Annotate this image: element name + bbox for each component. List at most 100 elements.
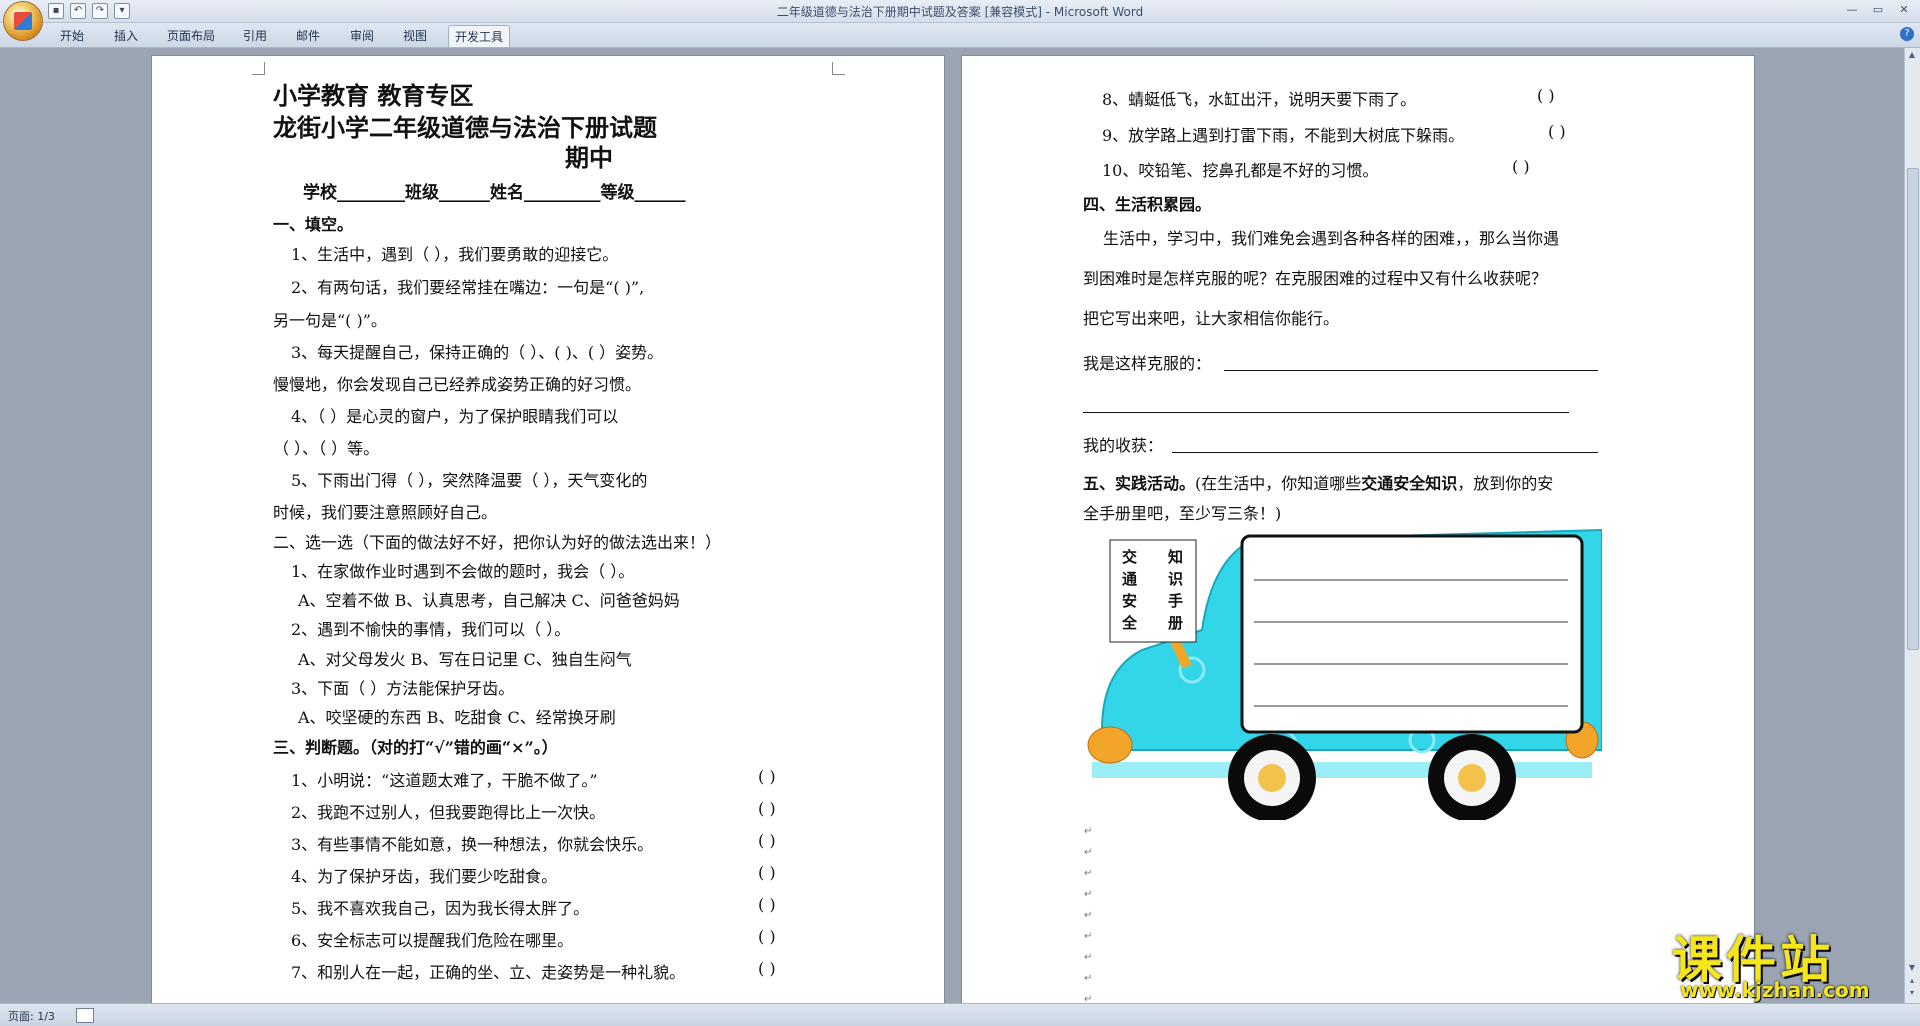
judge-question-8: 8、蜻蜓低飞，水缸出汗，说明天要下雨了。 [1102, 90, 1417, 109]
tab-developer[interactable]: 开发工具 [448, 25, 511, 47]
judge-question: 2、我跑不过别人，但我要跑得比上一次快。 [291, 803, 606, 822]
judge-bracket: ( ) [1548, 122, 1566, 141]
sign-char: 通 [1122, 570, 1137, 588]
judge-bracket: ( ) [1512, 157, 1530, 176]
question-1-4a: 4、（ ）是心灵的窗户，为了保护眼睛我们可以 [291, 407, 619, 426]
vertical-scrollbar[interactable]: ▲ ▼ ▴ ▾ [1904, 48, 1920, 1003]
scroll-up-icon[interactable]: ▲ [1907, 50, 1917, 60]
sign-char: 知 [1168, 548, 1183, 566]
question-1-3b: 慢慢地，你会发现自己已经养成姿势正确的好习惯。 [273, 375, 642, 394]
section-4-text-2: 到困难时是怎样克服的呢？在克服困难的过程中又有什么收获呢？ [1083, 269, 1548, 288]
judge-bracket: ( ) [758, 895, 776, 914]
judge-question: 5、我不喜欢我自己，因为我长得太胖了。 [291, 899, 590, 918]
scroll-down-icon[interactable]: ▼ [1907, 963, 1917, 973]
watermark-url: www.kjzhan.com [1680, 978, 1870, 1002]
office-logo-icon [14, 12, 32, 30]
site-watermark: 课件站 www.kjzhan.com [1672, 920, 1902, 1002]
question-1-1: 1、生活中，遇到（ ），我们要勇敢的迎接它。 [291, 245, 619, 264]
judge-question: 1、小明说：“这道题太难了，干脆不做了。” [291, 771, 598, 790]
tab-mailings[interactable]: 邮件 [296, 27, 320, 44]
close-icon[interactable]: ✕ [1892, 2, 1916, 18]
crop-mark [832, 62, 845, 75]
page-header-line: 小学教育 教育专区 [273, 81, 474, 110]
tab-home[interactable]: 开始 [60, 27, 84, 44]
section-5-text-2: ，放到你的安 [1457, 474, 1554, 493]
sign-char: 安 [1122, 592, 1137, 610]
car-hub [1258, 764, 1286, 792]
sign-char: 全 [1121, 614, 1138, 632]
section-5-text: (在生活中，你知道哪些 [1195, 474, 1362, 493]
section-5-heading: 五、实践活动。(在生活中，你知道哪些交通安全知识，放到你的安 [1083, 470, 1553, 494]
minimize-icon[interactable]: — [1840, 2, 1864, 18]
document-page-1[interactable]: 小学教育 教育专区 龙街小学二年级道德与法治下册试题 期中 学校________… [152, 56, 944, 1008]
answer-line [1083, 412, 1569, 413]
help-icon[interactable]: ? [1900, 27, 1914, 41]
scrollbar-thumb[interactable] [1907, 168, 1919, 650]
sign-char: 识 [1168, 570, 1183, 588]
tab-insert[interactable]: 插入 [114, 27, 138, 44]
section-2-heading: 二、选一选（下面的做法好不好，把你认为好的做法选出来！） [273, 533, 722, 552]
section-4-text-1: 生活中，学习中，我们难免会遇到各种各样的困难，，那么当你遇 [1103, 229, 1560, 248]
judge-question-10: 10、咬铅笔、挖鼻孔都是不好的习惯。 [1102, 161, 1379, 180]
judge-question: 6、安全标志可以提醒我们危险在哪里。 [291, 931, 574, 950]
overcome-label: 我是这样克服的： [1083, 354, 1212, 373]
ribbon-tabs: 开始 插入 页面布局 引用 邮件 审阅 视图 开发工具 ? [0, 23, 1920, 48]
section-5-title: 五、实践活动。 [1083, 474, 1196, 493]
judge-question: 4、为了保护牙齿，我们要少吃甜食。 [291, 867, 558, 886]
judge-bracket: ( ) [758, 799, 776, 818]
section-4-text-3: 把它写出来吧，让大家相信你能行。 [1083, 309, 1340, 328]
judge-question: 3、有些事情不能如意，换一种想法，你就会快乐。 [291, 835, 654, 854]
traffic-safety-car-illustration: 交 知 通 识 安 手 全 册 [1087, 528, 1602, 820]
car-hub [1458, 764, 1486, 792]
judge-bracket: ( ) [758, 863, 776, 882]
question-2-2-options: A、对父母发火 B、写在日记里 C、独自生闷气 [298, 650, 632, 669]
gain-label: 我的收获： [1083, 436, 1164, 455]
section-5-keyword: 交通安全知识 [1361, 474, 1458, 493]
section-3-heading: 三、判断题。（对的打“√”错的画“×”。） [273, 738, 558, 757]
handbook-writing-box [1240, 534, 1584, 734]
sign-char: 手 [1168, 592, 1183, 610]
question-1-5a: 5、下雨出门得（ ），突然降温要（ ），天气变化的 [291, 471, 648, 490]
crop-mark [252, 62, 265, 75]
judge-question-9: 9、放学路上遇到打雷下雨，不能到大树底下躲雨。 [1102, 126, 1465, 145]
question-1-5b: 时候，我们要注意照顾好自己。 [273, 503, 498, 522]
sign-char: 交 [1122, 548, 1137, 566]
proofing-icon[interactable] [76, 1008, 94, 1023]
next-page-icon[interactable]: ▾ [1907, 988, 1917, 998]
judge-bracket: ( ) [758, 831, 776, 850]
judge-bracket: ( ) [1537, 86, 1555, 105]
tab-references[interactable]: 引用 [243, 27, 267, 44]
prev-page-icon[interactable]: ▴ [1907, 976, 1917, 986]
judge-bracket: ( ) [758, 927, 776, 946]
car-bumper [1092, 762, 1592, 778]
judge-bracket: ( ) [758, 959, 776, 978]
question-2-1: 1、在家做作业时遇到不会做的题时，我会（ ）。 [291, 562, 635, 581]
student-info-line: 学校________班级______姓名_________等级______ [303, 183, 686, 203]
section-4-heading: 四、生活积累园。 [1083, 195, 1212, 214]
question-2-1-options: A、空着不做 B、认真思考，自己解决 C、问爸爸妈妈 [298, 591, 680, 610]
sign-char: 册 [1168, 614, 1183, 632]
answer-line [1172, 452, 1598, 453]
maximize-icon[interactable]: ▭ [1866, 2, 1890, 18]
exam-subtitle: 期中 [565, 143, 613, 172]
office-button[interactable] [4, 2, 42, 40]
question-1-4b: （ ）、（ ）等。 [273, 439, 380, 458]
window-controls: — ▭ ✕ [1840, 2, 1916, 18]
status-bar: 页面: 1/3 [0, 1003, 1920, 1026]
question-1-3a: 3、每天提醒自己，保持正确的（ ）、( )、( ）姿势。 [291, 343, 664, 362]
question-2-3-options: A、咬坚硬的东西 B、吃甜食 C、经常换牙刷 [298, 708, 616, 727]
question-2-2: 2、遇到不愉快的事情，我们可以（ ）。 [291, 620, 571, 639]
page-count[interactable]: 页面: 1/3 [8, 1008, 55, 1024]
question-1-2a: 2、有两句话，我们要经常挂在嘴边：一句是“( )”, [291, 278, 645, 297]
headlight [1087, 726, 1133, 764]
judge-bracket: ( ) [758, 767, 776, 786]
title-bar: ▪ ↶ ↷ ▾ 二年级道德与法治下册期中试题及答案 [兼容模式] - Micro… [0, 0, 1920, 40]
tab-view[interactable]: 视图 [403, 27, 427, 44]
window-title: 二年级道德与法治下册期中试题及答案 [兼容模式] - Microsoft Wor… [776, 5, 1144, 19]
answer-line [1224, 370, 1598, 371]
question-1-2b: 另一句是“( )”。 [273, 311, 387, 330]
judge-question: 7、和别人在一起，正确的坐、立、走姿势是一种礼貌。 [291, 963, 686, 982]
tab-page-layout[interactable]: 页面布局 [167, 27, 215, 44]
question-2-3: 3、下面（ ）方法能保护牙齿。 [291, 679, 515, 698]
tab-review[interactable]: 审阅 [350, 27, 374, 44]
